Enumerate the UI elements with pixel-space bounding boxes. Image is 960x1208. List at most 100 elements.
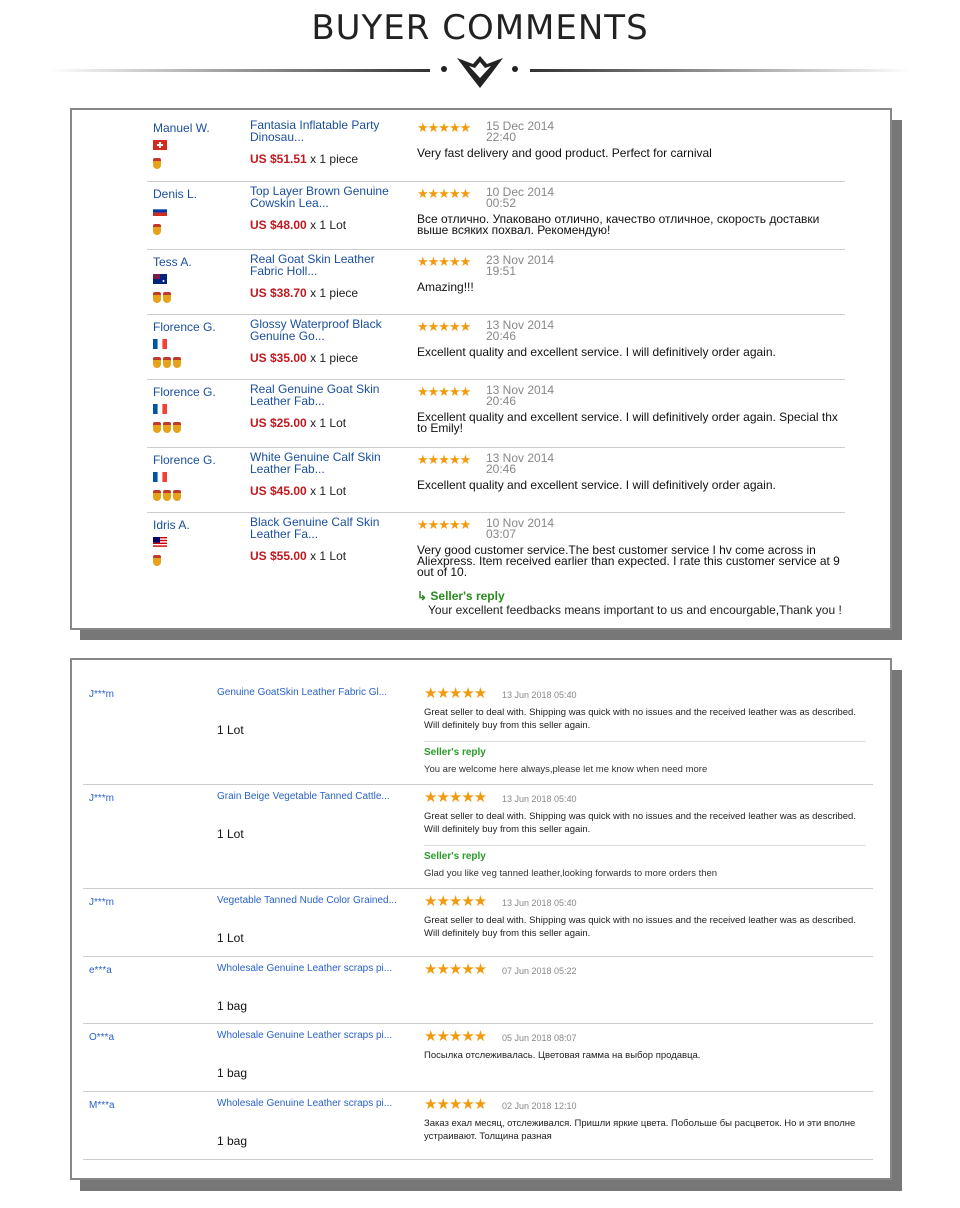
buyer-name-link[interactable]: M***a	[89, 1100, 115, 1111]
quantity: x 1 Lot	[310, 484, 347, 498]
price-amount: US $55.00	[250, 549, 307, 563]
buyer-name-link[interactable]: O***a	[89, 1032, 114, 1043]
price: US $25.00 x 1 Lot	[250, 416, 346, 430]
buyer-name-link[interactable]: Manuel W.	[153, 121, 210, 135]
price-amount: US $45.00	[250, 484, 307, 498]
quantity: x 1 Lot	[310, 549, 347, 563]
quantity: x 1 piece	[310, 286, 359, 300]
quantity: 1 bag	[217, 1066, 248, 1080]
review-date: 07 Jun 2018 05:22	[502, 966, 577, 976]
price: US $45.00 x 1 Lot	[250, 484, 346, 498]
reply-divider	[424, 845, 866, 846]
buyer-level-medals	[153, 555, 161, 566]
buyer-comments-panel-old: Manuel W. Fantasia Inflatable Party Dinos…	[70, 108, 892, 630]
divider-left	[50, 69, 430, 72]
buyer-level-medals	[153, 422, 181, 433]
quantity: 1 Lot	[217, 931, 244, 945]
divider-dot-left	[441, 66, 447, 72]
review-row: Florence G. Glossy Waterproof Black Genui…	[147, 314, 845, 380]
review-row: Florence G. White Genuine Calf Skin Leath…	[147, 447, 845, 513]
product-link[interactable]: Fantasia Inflatable Party Dinosau...	[250, 119, 400, 143]
product-link[interactable]: Genuine GoatSkin Leather Fabric Gl...	[217, 687, 387, 698]
review-row: M***a Wholesale Genuine Leather scraps pi…	[83, 1091, 873, 1160]
buyer-level-medals	[153, 224, 161, 235]
review-comment: Excellent quality and excellent service.…	[417, 345, 776, 359]
medal-icon	[153, 490, 161, 501]
review-comment: Great seller to deal with. Shipping was …	[424, 707, 856, 731]
star-rating: ★★★★★	[424, 789, 487, 806]
review-date: 13 Jun 2018 05:40	[502, 794, 577, 804]
product-link[interactable]: Real Genuine Goat Skin Leather Fab...	[250, 383, 400, 407]
review-row: J***m Vegetable Tanned Nude Color Grained…	[83, 888, 873, 957]
product-link[interactable]: Wholesale Genuine Leather scraps pi...	[217, 1098, 392, 1109]
review-date: 13 Nov 2014 20:46	[486, 318, 555, 343]
review-row: O***a Wholesale Genuine Leather scraps pi…	[83, 1023, 873, 1092]
product-link[interactable]: Wholesale Genuine Leather scraps pi...	[217, 963, 392, 974]
product-link[interactable]: Vegetable Tanned Nude Color Grained...	[217, 895, 397, 906]
quantity: 1 bag	[217, 1134, 248, 1148]
review-comment: Excellent quality and excellent service.…	[417, 478, 776, 492]
review-date: 15 Dec 2014 22:40	[486, 119, 555, 144]
review-date: 10 Dec 2014 00:52	[486, 185, 555, 210]
medal-icon	[163, 490, 171, 501]
price: US $38.70 x 1 piece	[250, 286, 358, 300]
buyer-name-link[interactable]: Tess A.	[153, 255, 192, 269]
buyer-name-link[interactable]: J***m	[89, 793, 114, 804]
seller-reply-text: Your excellent feedbacks means important…	[428, 603, 842, 617]
medal-icon	[163, 422, 171, 433]
buyer-name-link[interactable]: Florence G.	[153, 453, 216, 467]
buyer-level-medals	[153, 357, 181, 368]
flag-fr-icon	[153, 404, 167, 414]
buyer-level-medals	[153, 490, 181, 501]
review-date: 13 Nov 2014 20:46	[486, 451, 555, 476]
page-title: BUYER COMMENTS	[311, 8, 649, 48]
quantity: 1 Lot	[217, 723, 244, 737]
medal-icon	[173, 422, 181, 433]
review-date: 05 Jun 2018 08:07	[502, 1033, 577, 1043]
buyer-name-link[interactable]: Florence G.	[153, 320, 216, 334]
product-link[interactable]: Real Goat Skin Leather Fabric Holl...	[250, 253, 400, 277]
product-link[interactable]: White Genuine Calf Skin Leather Fab...	[250, 451, 400, 475]
buyer-level-medals	[153, 158, 161, 169]
star-rating: ★★★★★	[417, 517, 471, 532]
review-row: Florence G. Real Genuine Goat Skin Leathe…	[147, 379, 845, 448]
product-link[interactable]: Black Genuine Calf Skin Leather Fa...	[250, 516, 400, 540]
star-rating: ★★★★★	[417, 186, 471, 201]
review-comment: Посылка отслеживалась. Цветовая гамма на…	[424, 1050, 701, 1061]
product-link[interactable]: Grain Beige Vegetable Tanned Cattle...	[217, 791, 390, 802]
review-date: 13 Jun 2018 05:40	[502, 690, 577, 700]
flag-fr-icon	[153, 472, 167, 482]
star-rating: ★★★★★	[417, 384, 471, 399]
review-row: J***m Genuine GoatSkin Leather Fabric Gl.…	[83, 680, 873, 785]
review-date: 13 Nov 2014 20:46	[486, 383, 555, 408]
buyer-name-link[interactable]: Idris A.	[153, 518, 190, 532]
price-amount: US $25.00	[250, 416, 307, 430]
seller-reply-label: ↳ Seller's reply	[417, 589, 505, 603]
product-link[interactable]: Glossy Waterproof Black Genuine Go...	[250, 318, 400, 342]
buyer-name-link[interactable]: e***a	[89, 965, 112, 976]
medal-icon	[173, 490, 181, 501]
buyer-name-link[interactable]: J***m	[89, 689, 114, 700]
star-rating: ★★★★★	[417, 319, 471, 334]
medal-icon	[153, 422, 161, 433]
buyer-name-link[interactable]: Florence G.	[153, 385, 216, 399]
medal-icon	[153, 357, 161, 368]
buyer-comments-panel-new: J***m Genuine GoatSkin Leather Fabric Gl.…	[70, 658, 892, 1180]
seller-reply-label: Seller's reply	[424, 747, 486, 758]
product-link[interactable]: Top Layer Brown Genuine Cowskin Lea...	[250, 185, 400, 209]
star-rating: ★★★★★	[424, 893, 487, 910]
quantity: x 1 piece	[310, 152, 359, 166]
seller-reply-text: You are welcome here always,please let m…	[424, 764, 708, 775]
product-link[interactable]: Wholesale Genuine Leather scraps pi...	[217, 1030, 392, 1041]
review-comment: Все отлично. Упаковано отлично, качество…	[417, 212, 820, 237]
seller-reply-label: Seller's reply	[424, 851, 486, 862]
divider-dot-right	[512, 66, 518, 72]
price: US $55.00 x 1 Lot	[250, 549, 346, 563]
star-rating: ★★★★★	[424, 685, 487, 702]
buyer-name-link[interactable]: Denis L.	[153, 187, 197, 201]
quantity: 1 bag	[217, 999, 248, 1013]
flag-ch-icon	[153, 140, 167, 150]
star-rating: ★★★★★	[424, 1096, 487, 1113]
price: US $48.00 x 1 Lot	[250, 218, 346, 232]
buyer-name-link[interactable]: J***m	[89, 897, 114, 908]
